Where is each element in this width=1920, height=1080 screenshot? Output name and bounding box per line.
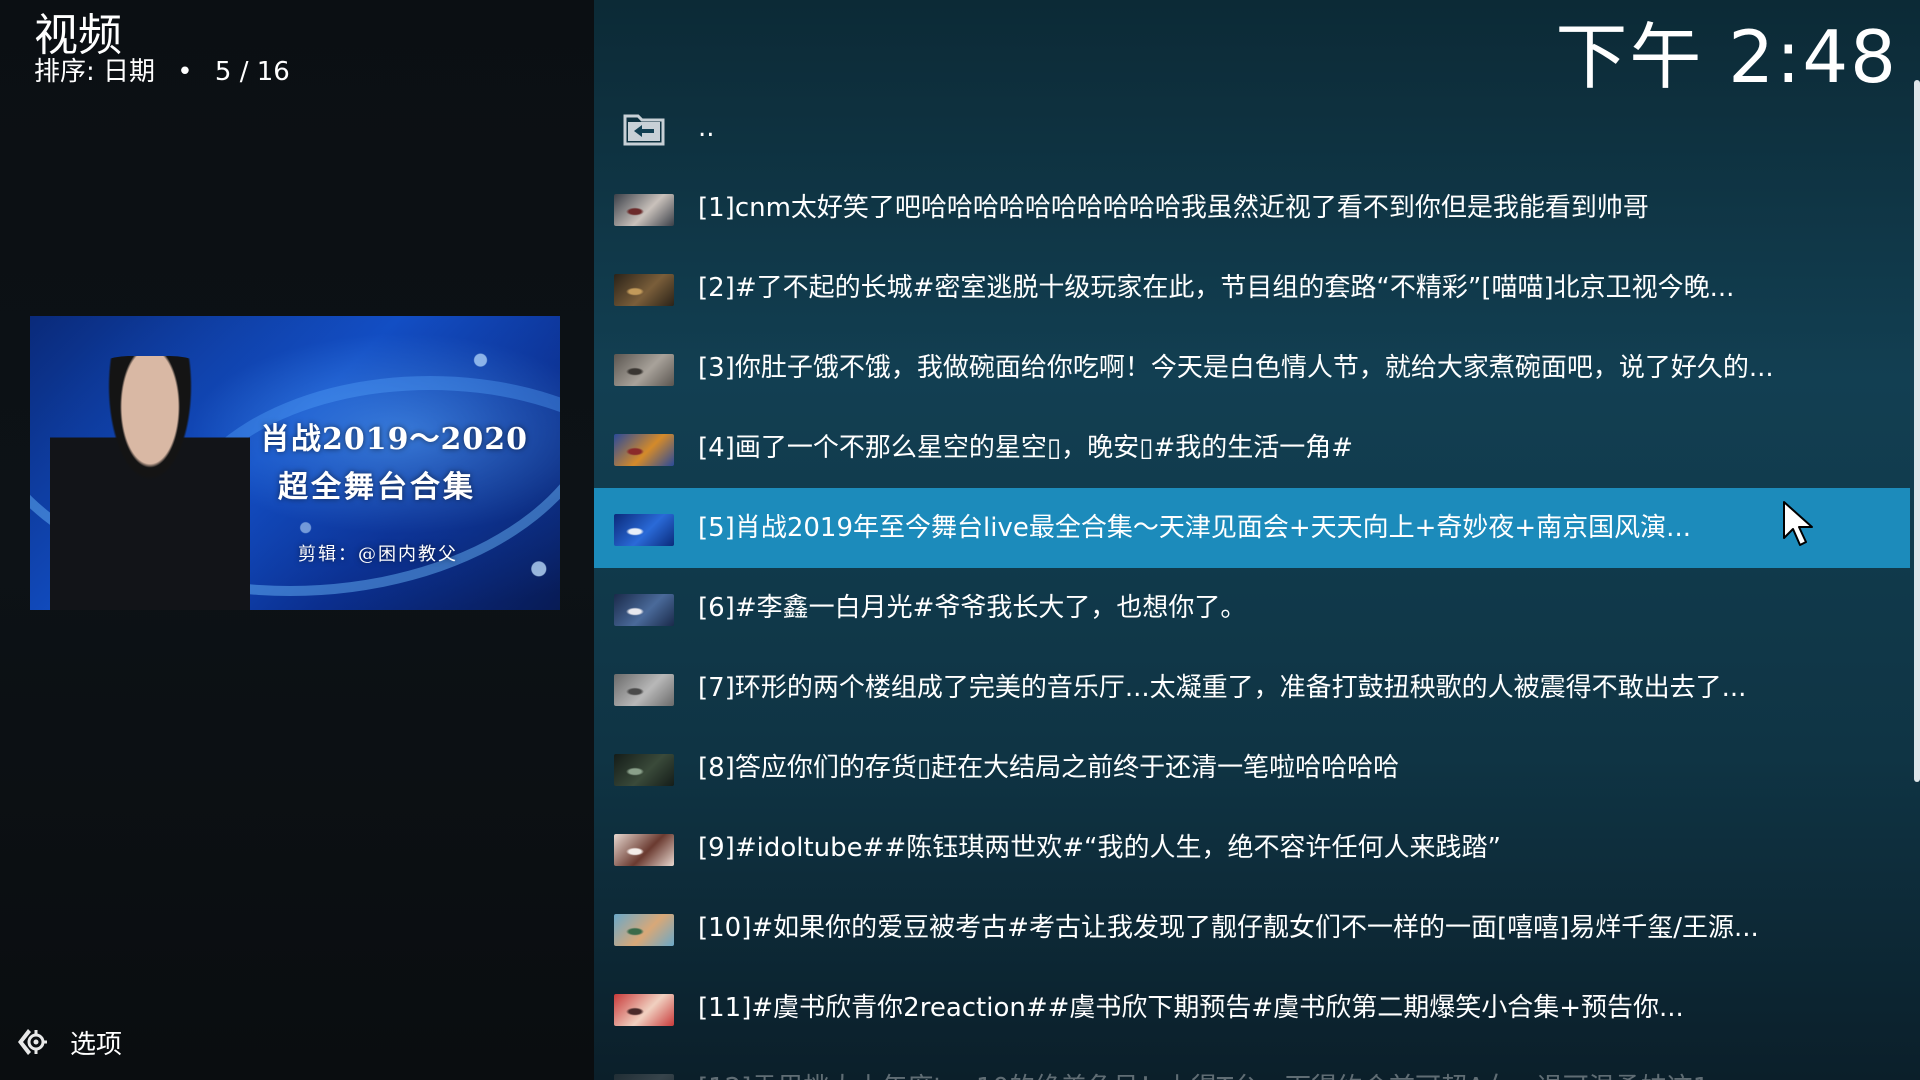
list-item[interactable]: [4]画了一个不那么星空的星空▯，晚安▯#我的生活一角# [594,408,1910,488]
list-item-label: [7]环形的两个楼组成了完美的音乐厅...太凝重了，准备打鼓扭秧歌的人被震得不敢… [698,673,1747,703]
list-item[interactable]: [6]#李鑫一白月光#爷爷我长大了，也想你了。 [594,568,1910,648]
sort-info: 排序: 日期 • 5 / 16 [34,54,290,90]
list-item[interactable]: [2]#了不起的长城#密室逃脱十级玩家在此，节目组的套路“不精彩”[喵喵]北京卫… [594,248,1910,328]
file-list-panel: 下午 2:48 .. [1]cnm太好笑了吧哈哈哈哈哈哈哈哈哈哈我虽然近视了看不… [594,0,1920,1080]
list-item-label: [2]#了不起的长城#密室逃脱十级玩家在此，节目组的套路“不精彩”[喵喵]北京卫… [698,273,1735,303]
list-item[interactable]: [1]cnm太好笑了吧哈哈哈哈哈哈哈哈哈哈我虽然近视了看不到你但是我能看到帅哥 [594,168,1910,248]
mouse-pointer-icon [1783,501,1813,546]
list-items: [1]cnm太好笑了吧哈哈哈哈哈哈哈哈哈哈我虽然近视了看不到你但是我能看到帅哥 [… [594,168,1910,1080]
folder-back-icon [623,114,665,146]
sort-label[interactable]: 排序: 日期 [34,57,155,87]
list-item[interactable]: [5]肖战2019年至今舞台live最全合集～天津见面会+天天向上+奇妙夜+南京… [594,488,1910,568]
preview-thumbnail: 肖战2019～2020 超全舞台合集 剪辑：@困内教父 [30,316,560,610]
list-item-label: [12]盂里挑大丨年度top10的绝美角号！上得T台，下得约会前可超A女，退可温… [698,1048,1734,1080]
list-item-label: [5]肖战2019年至今舞台live最全合集～天津见面会+天天向上+奇妙夜+南京… [698,513,1691,543]
item-position: 5 / 16 [214,57,290,87]
video-thumbnail [614,274,674,306]
preview-title-line-1: 肖战2019～2020 [260,422,528,457]
video-thumbnail [614,1074,674,1080]
video-thumbnail [614,674,674,706]
list-item[interactable]: [7]环形的两个楼组成了完美的音乐厅...太凝重了，准备打鼓扭秧歌的人被震得不敢… [594,648,1910,728]
info-panel: 视频 排序: 日期 • 5 / 16 肖战2019～2020 超全舞台合集 剪辑… [0,0,594,1080]
file-list: .. [1]cnm太好笑了吧哈哈哈哈哈哈哈哈哈哈我虽然近视了看不到你但是我能看到… [594,88,1910,1080]
list-item-label: [4]画了一个不那么星空的星空▯，晚安▯#我的生活一角# [698,433,1354,463]
video-thumbnail [614,994,674,1026]
options-icon [18,1029,47,1055]
list-item-label: [9]#idoltube##陈钰琪两世欢#“我的人生，绝不容许任何人来践踏” [698,833,1501,863]
list-item-label: [1]cnm太好笑了吧哈哈哈哈哈哈哈哈哈哈我虽然近视了看不到你但是我能看到帅哥 [698,193,1649,223]
video-thumbnail [614,434,674,466]
video-thumbnail [614,354,674,386]
list-item[interactable]: [8]答应你们的存货▯赶在大结局之前终于还清一笔啦哈哈哈哈 [594,728,1910,808]
video-thumbnail [614,914,674,946]
preview-credit: 剪辑：@困内教父 [298,544,458,565]
list-item-label: [11]#虞书欣青你2reaction##虞书欣下期预告#虞书欣第二期爆笑小合集… [698,993,1684,1023]
video-thumbnail [614,594,674,626]
list-item-label: [8]答应你们的存货▯赶在大结局之前终于还清一笔啦哈哈哈哈 [698,753,1400,783]
preview-title-line-2: 超全舞台合集 [278,470,476,505]
kodi-video-browser: 视频 排序: 日期 • 5 / 16 肖战2019～2020 超全舞台合集 剪辑… [0,0,1920,1080]
options-label: 选项 [70,1029,123,1060]
list-item[interactable]: [3]你肚子饿不饿，我做碗面给你吃啊！今天是白色情人节，就给大家煮碗面吧，说了好… [594,328,1910,408]
scrollbar[interactable] [1914,80,1920,782]
video-thumbnail [614,194,674,226]
video-thumbnail [614,754,674,786]
preview-person [50,356,250,610]
list-item-label: [10]#如果你的爱豆被考古#考古让我发现了靓仔靓女们不一样的一面[嘻嘻]易烊千… [698,913,1759,943]
video-thumbnail [614,834,674,866]
separator-dot: • [177,57,193,87]
list-item-label: [6]#李鑫一白月光#爷爷我长大了，也想你了。 [698,593,1247,623]
list-item[interactable]: [11]#虞书欣青你2reaction##虞书欣下期预告#虞书欣第二期爆笑小合集… [594,968,1910,1048]
list-item-label: .. [698,113,715,143]
list-item-parent-folder[interactable]: .. [594,88,1910,168]
list-item-label: [3]你肚子饿不饿，我做碗面给你吃啊！今天是白色情人节，就给大家煮碗面吧，说了好… [698,353,1774,383]
video-thumbnail [614,514,674,546]
options-button[interactable]: 选项 [14,1024,122,1060]
list-item[interactable]: [9]#idoltube##陈钰琪两世欢#“我的人生，绝不容许任何人来践踏” [594,808,1910,888]
list-item[interactable]: [12]盂里挑大丨年度top10的绝美角号！上得T台，下得约会前可超A女，退可温… [594,1048,1910,1080]
list-item[interactable]: [10]#如果你的爱豆被考古#考古让我发现了靓仔靓女们不一样的一面[嘻嘻]易烊千… [594,888,1910,968]
